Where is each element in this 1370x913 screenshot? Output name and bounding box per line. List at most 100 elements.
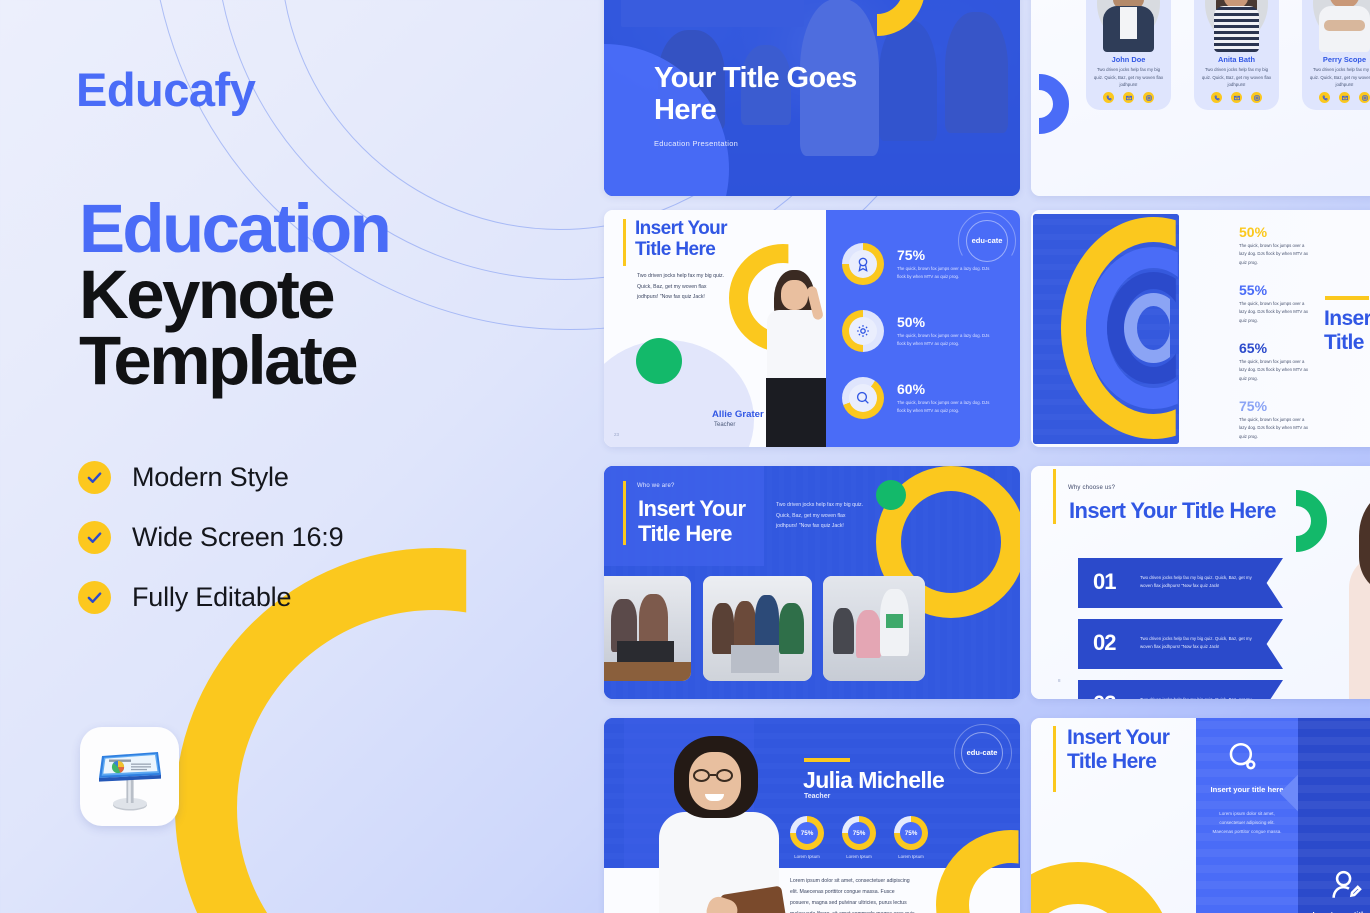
list-item[interactable]: Insert your title here Lorem ipsum dolor…: [1298, 718, 1370, 913]
feature-label: Modern Style: [132, 462, 289, 492]
stat-value: 50%: [1239, 224, 1268, 240]
stat-value: 75%: [796, 822, 818, 844]
list-item: 75% Lorem Ipsum: [842, 816, 876, 859]
slide-thumbnail-profile[interactable]: edu-cate Julia Michelle Teacher 75% Lore…: [604, 718, 1020, 913]
slide-body: Lorem ipsum dolor sit amet, consectetuer…: [790, 878, 915, 913]
mail-icon[interactable]: [1123, 92, 1134, 103]
stat-value: 60%: [897, 380, 926, 397]
feature-label: Fully Editable: [132, 582, 292, 612]
slide-title: Your Title Goes Here: [654, 62, 857, 127]
member-name: John Doe: [1111, 55, 1146, 64]
list-item[interactable]: 01 Two driven jocks help fax my big quiz…: [1078, 558, 1283, 608]
instagram-icon[interactable]: [1359, 92, 1370, 103]
slide-thumbnail-why-choose-us[interactable]: Why choose us? Insert Your Title Here 01…: [1031, 466, 1370, 699]
person-role: Teacher: [714, 422, 736, 428]
page-number: 8: [1058, 678, 1061, 683]
check-icon: [78, 581, 111, 614]
stat-value: 50%: [897, 313, 926, 330]
stat-desc: The quick, brown fox jumps over a lazy d…: [1239, 359, 1309, 381]
slide-title: Insert Your Title Here: [1324, 307, 1370, 354]
mail-icon[interactable]: [1339, 92, 1350, 103]
list-item: 75% Lorem Ipsum: [894, 816, 928, 859]
headline-line-1: Education: [79, 190, 392, 267]
phone-icon[interactable]: [1319, 92, 1330, 103]
list-item: 75% Lorem Ipsum: [790, 816, 824, 859]
slide-thumbnail-title[interactable]: Your Title Goes Here Education Presentat…: [604, 0, 1020, 196]
slide-thumbnail-teacher-stats[interactable]: Insert Your Title Here Two driven jocks …: [604, 210, 1020, 447]
item-text: Two driven jocks help fax my big quiz. Q…: [1140, 636, 1252, 650]
stat-value: 55%: [1239, 282, 1268, 298]
list-item[interactable]: John Doe Two driven jocks help fax my bi…: [1086, 0, 1171, 110]
list-item[interactable]: 03 Two driven jocks help fax my big quiz…: [1078, 680, 1283, 699]
slide-thumbnail-three-columns[interactable]: Insert Your Title Here Insert your title…: [1031, 718, 1370, 913]
page-number: 23: [614, 432, 620, 437]
slide-thumbnail-team[interactable]: Title Here John Doe Two driven jocks hel…: [1031, 0, 1370, 196]
page-title: Education Keynote Template: [79, 190, 392, 396]
slide-eyebrow: Why choose us?: [1068, 485, 1116, 491]
member-bio: Two driven jocks help fax my big quiz. Q…: [1309, 67, 1370, 88]
user-edit-icon: [1328, 868, 1362, 907]
list-item: Fully Editable: [78, 581, 343, 614]
list-item: Modern Style: [78, 461, 343, 494]
stat-desc: The quick, brown fox jumps over a lazy d…: [897, 332, 990, 346]
member-name: Anita Bath: [1218, 55, 1255, 64]
list-item[interactable]: Perry Scope Two driven jocks help fax my…: [1302, 0, 1370, 110]
stat-label: Lorem Ipsum: [846, 854, 872, 859]
concentric-arc-chart: [1061, 217, 1246, 439]
stats-panel: edu-cate 75% The quick, brown fox jumps …: [826, 210, 1020, 447]
title-accent-bar: [1053, 726, 1057, 792]
stat-desc: The quick, brown fox jumps over a lazy d…: [1239, 417, 1309, 439]
title-accent-bar: [804, 758, 850, 762]
keynote-app-icon: [80, 727, 179, 826]
slide-thumbnail-who-we-are[interactable]: Who we are? Insert Your Title Here Two d…: [604, 466, 1020, 699]
item-text: Two driven jocks help fax my big quiz. Q…: [1140, 696, 1253, 699]
slide-title: Insert Your Title Here: [638, 496, 746, 546]
person-name: Allie Grater: [712, 409, 764, 420]
headline-line-2: Keynote: [79, 256, 336, 334]
item-number: 01: [1093, 569, 1117, 594]
slide-thumbnail-radial-stats[interactable]: 50% The quick, brown fox jumps over a la…: [1031, 210, 1370, 447]
person-name: Julia Michelle: [803, 767, 945, 793]
column-body: Lorem ipsum dolor sit amet, consectetuer…: [1212, 811, 1282, 834]
slide-subtitle: Education Presentation: [654, 138, 739, 148]
list-item: 60% The quick, brown fox jumps over a la…: [842, 377, 992, 419]
list-item: 75% The quick, brown fox jumps over a la…: [1239, 398, 1311, 441]
slide-title: Insert Your Title Here: [1069, 498, 1276, 523]
list-item[interactable]: 02 Two driven jocks help fax my big quiz…: [1078, 619, 1283, 669]
photo-1: [604, 576, 691, 681]
list-item[interactable]: Insert your title here Lorem ipsum dolor…: [1196, 718, 1298, 913]
brand-logo: Educafy: [76, 63, 256, 116]
instagram-icon[interactable]: [1251, 92, 1262, 103]
title-accent-bar: [1325, 296, 1369, 300]
column-title: Insert your title here: [1210, 785, 1284, 794]
member-name: Perry Scope: [1322, 55, 1367, 64]
stat-desc: The quick, brown fox jumps over a lazy d…: [897, 265, 990, 279]
phone-icon[interactable]: [1103, 92, 1114, 103]
feature-label: Wide Screen 16:9: [132, 522, 344, 552]
photo-3: [823, 576, 925, 681]
member-bio: Two driven jocks help fax my big quiz. Q…: [1093, 67, 1164, 88]
list-item: 50% The quick, brown fox jumps over a la…: [1239, 224, 1311, 267]
decorative-green-circle: [636, 338, 682, 384]
title-accent-bar: [623, 481, 627, 545]
slide-body: Two driven jocks help fax my big quiz. Q…: [776, 502, 864, 530]
photo-2: [703, 576, 812, 681]
slide-title: Insert Your Title Here: [1067, 726, 1170, 773]
phone-icon[interactable]: [1211, 92, 1222, 103]
list-item: 55% The quick, brown fox jumps over a la…: [1239, 282, 1311, 325]
slide-title: Insert Your Title Here: [635, 218, 728, 261]
mail-icon[interactable]: [1231, 92, 1242, 103]
list-item: 50% The quick, brown fox jumps over a la…: [842, 310, 992, 352]
stat-value: 75%: [1239, 398, 1268, 414]
person-photo: [629, 728, 799, 913]
instagram-icon[interactable]: [1143, 92, 1154, 103]
stat-value: 65%: [1239, 340, 1268, 356]
stat-label: Lorem Ipsum: [898, 854, 924, 859]
check-icon: [78, 521, 111, 554]
list-item[interactable]: Anita Bath Two driven jocks help fax my …: [1194, 0, 1279, 110]
stat-value: 75%: [848, 822, 870, 844]
title-accent-bar: [1053, 469, 1057, 524]
item-text: Two driven jocks help fax my big quiz. Q…: [1140, 575, 1252, 589]
member-bio: Two driven jocks help fax my big quiz. Q…: [1201, 67, 1272, 88]
stat-value: 75%: [897, 246, 926, 263]
